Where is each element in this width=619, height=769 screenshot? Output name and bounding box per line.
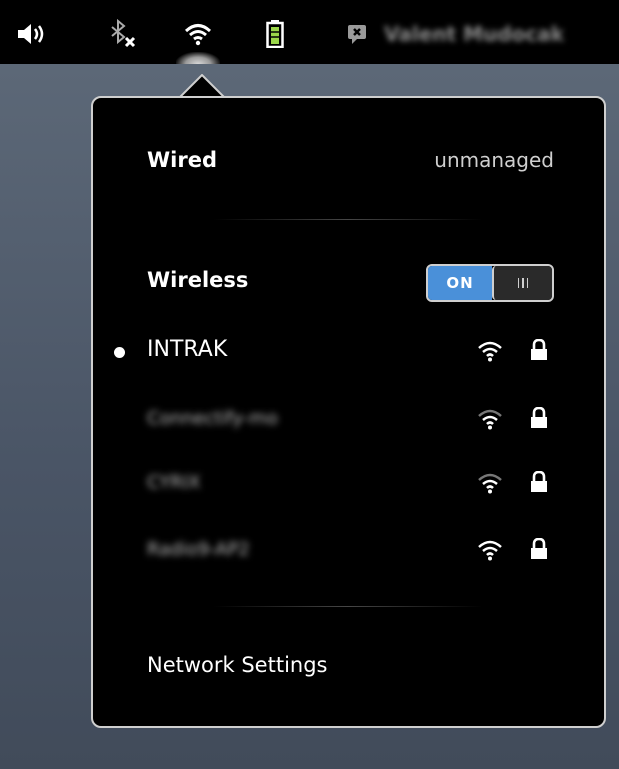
wired-label: Wired [147,148,217,172]
wifi-signal-icon [478,539,502,565]
network-item[interactable]: Radio9-AP2 [93,534,604,566]
wired-status: unmanaged [434,148,554,172]
top-panel: Valent Mudocak [0,0,619,64]
toggle-knob[interactable] [492,266,552,300]
wired-row[interactable]: Wired unmanaged [93,148,604,178]
network-item-intrak[interactable]: INTRAK [93,335,604,367]
wifi-icon[interactable] [184,20,212,48]
toggle-on-label: ON [428,266,492,300]
connected-bullet-icon [114,347,125,358]
user-name[interactable]: Valent Mudocak [384,22,564,46]
lock-icon [530,338,548,365]
active-indicator [176,52,220,64]
volume-icon[interactable] [16,20,50,48]
lock-icon [530,406,548,433]
separator [213,219,483,220]
network-name: CYRIX [147,472,201,493]
network-item[interactable]: Connectify-mo [93,403,604,435]
network-item[interactable]: CYRIX [93,467,604,499]
wifi-signal-icon [478,340,502,366]
wireless-label: Wireless [147,268,249,292]
user-status-icon[interactable] [346,20,372,48]
network-name: INTRAK [147,337,228,362]
lock-icon [530,470,548,497]
network-settings-item[interactable]: Network Settings [93,653,604,685]
separator [213,606,483,607]
wifi-signal-icon [478,472,502,498]
bluetooth-disabled-icon[interactable] [108,19,138,48]
wireless-toggle[interactable]: ON [426,264,554,302]
network-menu: Wired unmanaged Wireless ON INTRAK Conne… [91,96,606,728]
battery-icon[interactable] [266,20,284,48]
lock-icon [530,537,548,564]
network-name: Connectify-mo [147,408,278,429]
wifi-signal-icon [478,408,502,434]
network-settings-label: Network Settings [147,653,328,677]
network-name: Radio9-AP2 [147,539,250,560]
